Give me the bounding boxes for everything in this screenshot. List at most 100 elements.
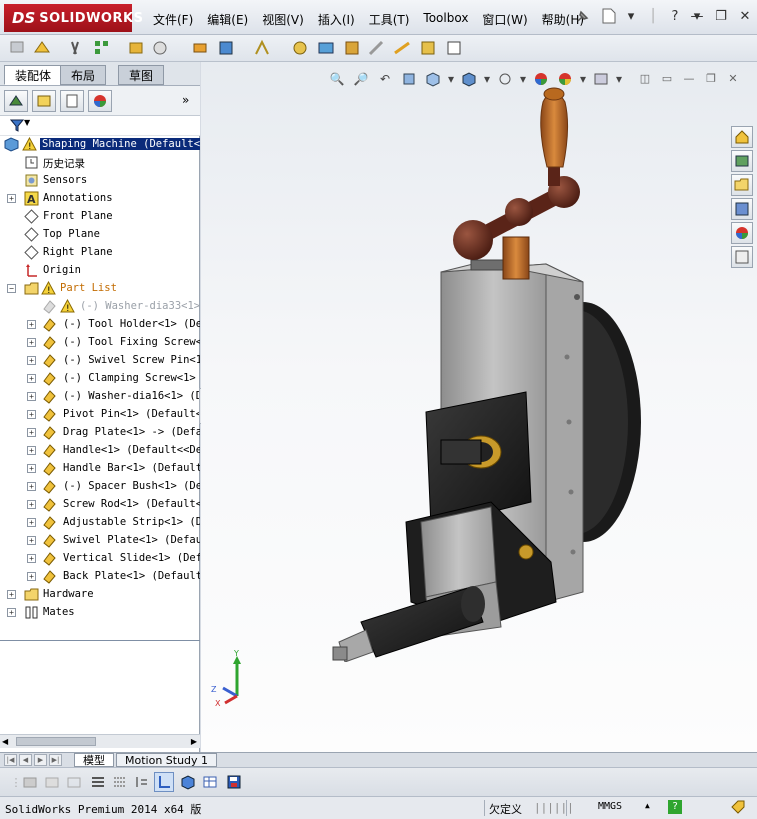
expand-icon[interactable]: +	[27, 518, 36, 527]
expand-icon[interactable]: +	[27, 338, 36, 347]
first-tab-icon[interactable]: |◀	[4, 754, 17, 766]
bill-of-materials-icon[interactable]	[290, 38, 310, 58]
design-library-icon[interactable]	[731, 150, 753, 172]
tree-part-adjustable-strip[interactable]: + Adjustable Strip<1> (De	[0, 514, 200, 532]
chevron-down-icon[interactable]: ▾	[622, 7, 640, 25]
tree-part-swivel-plate[interactable]: + Swivel Plate<1> (Defaul	[0, 532, 200, 550]
tree-item-history[interactable]: 历史记录	[0, 154, 200, 172]
tree-item-front-plane[interactable]: Front Plane	[0, 208, 200, 226]
appearances-icon[interactable]	[731, 222, 753, 244]
scroll-right-icon[interactable]: ▶	[191, 737, 197, 746]
more-tabs-icon[interactable]: »	[182, 93, 189, 107]
feature-manager-icon[interactable]	[4, 90, 28, 112]
shaded-with-edges-icon[interactable]	[88, 772, 108, 792]
home-icon[interactable]	[731, 126, 753, 148]
pushpin-icon[interactable]	[573, 8, 591, 26]
tab-model[interactable]: 模型	[74, 753, 114, 767]
triad-toggle-icon[interactable]	[154, 772, 174, 792]
tree-part-handle[interactable]: + Handle<1> (Default<<Def	[0, 442, 200, 460]
tree-folder-hardware[interactable]: + Hardware	[0, 586, 200, 604]
wireframe-icon[interactable]	[64, 772, 84, 792]
expand-icon[interactable]: +	[7, 590, 16, 599]
exploded-view-icon[interactable]	[316, 38, 336, 58]
shaping-machine-model[interactable]	[321, 82, 651, 662]
new-document-icon[interactable]	[600, 7, 618, 25]
units-dropdown-icon[interactable]: ▲	[645, 801, 650, 810]
close-icon[interactable]: ✕	[725, 70, 741, 86]
single-view-icon[interactable]: ▭	[659, 70, 675, 86]
tab-sketch[interactable]: 草图	[118, 65, 165, 85]
tree-part-spacer-bush[interactable]: + (-) Spacer Bush<1> (De	[0, 478, 200, 496]
graphics-area[interactable]: 🔍 🔎 ↶ ▾ ▾ ▾ ▾ ▾ ◫ ▭ — ❐ ✕ Y Z X	[201, 62, 757, 752]
hole-alignment-icon[interactable]	[418, 38, 438, 58]
menu-file[interactable]: 文件(F)	[146, 9, 200, 30]
tree-part-tool-fixing-screw[interactable]: + (-) Tool Fixing Screw<1	[0, 334, 200, 352]
new-motion-study-icon[interactable]	[252, 38, 272, 58]
close-icon[interactable]: ✕	[736, 7, 754, 25]
tree-part-tool-holder[interactable]: + (-) Tool Holder<1> (Def	[0, 316, 200, 334]
interference-detection-icon[interactable]	[366, 38, 386, 58]
save-icon[interactable]	[224, 772, 244, 792]
tree-root-assembly[interactable]: ! Shaping Machine (Default<	[0, 136, 200, 154]
new-part-icon[interactable]	[32, 38, 52, 58]
last-tab-icon[interactable]: ▶|	[49, 754, 62, 766]
menu-window[interactable]: 窗口(W)	[475, 9, 534, 30]
expand-icon[interactable]: +	[27, 374, 36, 383]
mate-icon[interactable]	[66, 38, 86, 58]
display-manager-icon[interactable]	[88, 90, 112, 112]
tree-part-handle-bar[interactable]: + Handle Bar<1> (Default<	[0, 460, 200, 478]
tree-part-pivot-pin[interactable]: + Pivot Pin<1> (Default<<	[0, 406, 200, 424]
insert-component-icon[interactable]	[8, 38, 28, 58]
tree-part-clamping-screw[interactable]: + (-) Clamping Screw<1>	[0, 370, 200, 388]
table-icon[interactable]	[200, 772, 220, 792]
expand-icon[interactable]: +	[27, 500, 36, 509]
expand-icon[interactable]: +	[27, 446, 36, 455]
collapse-icon[interactable]: −	[7, 284, 16, 293]
minimize-icon[interactable]: —	[681, 70, 697, 86]
expand-icon[interactable]: +	[27, 410, 36, 419]
menu-view[interactable]: 视图(V)	[255, 9, 311, 30]
pattern-icon[interactable]	[92, 38, 112, 58]
scroll-left-icon[interactable]: ◀	[2, 737, 8, 746]
tree-horizontal-scrollbar[interactable]: ◀ ▶	[0, 734, 200, 748]
minimize-icon[interactable]: —	[688, 7, 706, 25]
view-palette-icon[interactable]	[731, 198, 753, 220]
expand-icon[interactable]: +	[7, 608, 16, 617]
tree-item-mates[interactable]: + Mates	[0, 604, 200, 622]
help-icon[interactable]: ?	[668, 800, 682, 814]
menu-edit[interactable]: 编辑(E)	[200, 9, 255, 30]
menu-tools[interactable]: 工具(T)	[362, 9, 417, 30]
configuration-manager-icon[interactable]	[60, 90, 84, 112]
show-hidden-icon[interactable]	[150, 38, 170, 58]
tree-item-top-plane[interactable]: Top Plane	[0, 226, 200, 244]
tree-item-right-plane[interactable]: Right Plane	[0, 244, 200, 262]
assembly-features-icon[interactable]	[190, 38, 210, 58]
tab-layout[interactable]: 布局	[60, 65, 107, 85]
expand-icon[interactable]: +	[27, 356, 36, 365]
tree-item-sensors[interactable]: Sensors	[0, 172, 200, 190]
next-tab-icon[interactable]: ▶	[34, 754, 47, 766]
tangent-edges-icon[interactable]	[132, 772, 152, 792]
custom-properties-icon[interactable]	[731, 246, 753, 268]
tree-folder-part-list[interactable]: − ! Part List	[0, 280, 200, 298]
property-manager-icon[interactable]	[32, 90, 56, 112]
hidden-lines-removed-icon[interactable]	[20, 772, 40, 792]
restore-icon[interactable]: ❐	[712, 7, 730, 25]
expand-icon[interactable]: +	[27, 464, 36, 473]
expand-icon[interactable]: +	[27, 554, 36, 563]
explode-line-sketch-icon[interactable]	[342, 38, 362, 58]
expand-icon[interactable]: +	[27, 320, 36, 329]
tree-part-screw-rod[interactable]: + Screw Rod<1> (Default<<	[0, 496, 200, 514]
tab-motion-study-1[interactable]: Motion Study 1	[116, 753, 218, 767]
tree-item-origin[interactable]: Origin	[0, 262, 200, 280]
restore-icon[interactable]: ❐	[703, 70, 719, 86]
tab-assembly[interactable]: 装配体	[4, 65, 63, 85]
draft-quality-icon[interactable]	[110, 772, 130, 792]
menu-insert[interactable]: 插入(I)	[311, 9, 362, 30]
tree-part-drag-plate[interactable]: + Drag Plate<1> -> (Defa	[0, 424, 200, 442]
move-component-icon[interactable]	[126, 38, 146, 58]
hidden-lines-visible-icon[interactable]	[42, 772, 62, 792]
solidworks-logo[interactable]: DS SOLIDWORKS	[4, 4, 143, 32]
instant3d-icon[interactable]	[444, 38, 464, 58]
chevron-down-icon[interactable]: ▼	[24, 118, 30, 127]
